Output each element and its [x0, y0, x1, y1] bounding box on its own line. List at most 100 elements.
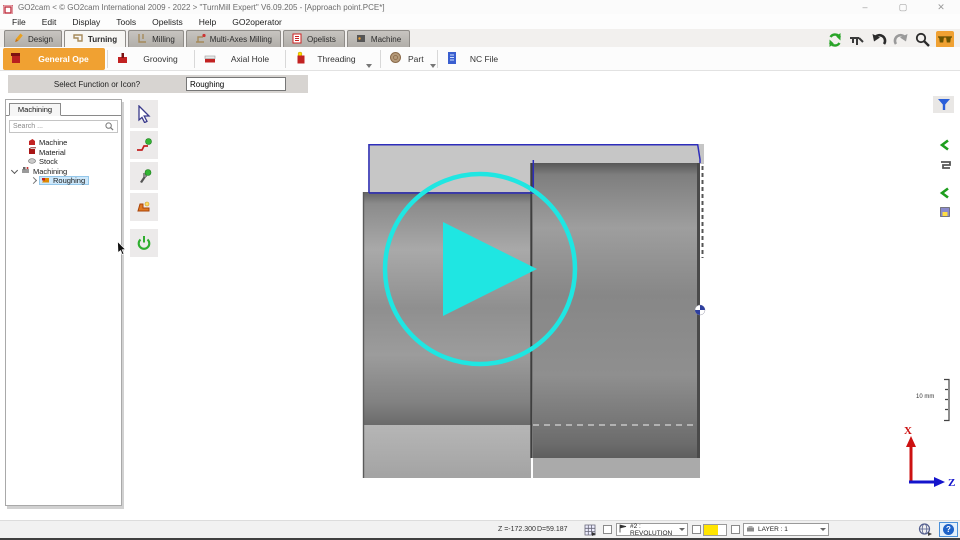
- world-view-button[interactable]: [915, 522, 936, 537]
- chevron-left-icon[interactable]: [939, 138, 951, 156]
- menu-opelists[interactable]: Opelists: [144, 17, 191, 27]
- dropdown-arrow-icon[interactable]: [430, 64, 436, 68]
- opelists-icon: [292, 33, 303, 46]
- simulation-power-button[interactable]: [130, 229, 158, 257]
- tab-opelists[interactable]: Opelists: [283, 30, 345, 47]
- nc-file-button[interactable]: NC File: [440, 48, 510, 70]
- geometry-combo[interactable]: #2 : REVOLUTION: [616, 523, 688, 536]
- toolbar-separator: [194, 50, 195, 68]
- viewport-3d[interactable]: [357, 138, 709, 491]
- tab-label: Design: [28, 35, 53, 44]
- approach-point-button[interactable]: [130, 131, 158, 159]
- machine-icon: [356, 33, 367, 46]
- go2cam-logo-icon: [3, 2, 13, 12]
- menu-edit[interactable]: Edit: [34, 17, 65, 27]
- tool-green-dot-icon: [136, 168, 152, 184]
- redo-icon[interactable]: [892, 31, 910, 48]
- tree-item-machine[interactable]: Machine: [8, 138, 119, 148]
- tree-item-stock[interactable]: Stock: [8, 157, 119, 167]
- layer-combo[interactable]: LAYER : 1: [743, 523, 829, 536]
- part-left-lower: [363, 425, 531, 478]
- tab-label: Turning: [88, 35, 117, 44]
- chevron-down-icon: [718, 525, 726, 535]
- turning-ops-toolbar: General Ope Grooving Axial Hole Threadin…: [0, 47, 960, 71]
- tab-label: Opelists: [307, 35, 336, 44]
- dropdown-arrow-icon[interactable]: [366, 64, 372, 68]
- axial-hole-button[interactable]: Axial Hole: [197, 48, 283, 70]
- menu-tools[interactable]: Tools: [108, 17, 144, 27]
- regenerate-icon[interactable]: [826, 31, 844, 48]
- tree-label: Machine: [39, 138, 67, 147]
- part-button[interactable]: Part: [383, 48, 435, 70]
- maximize-button[interactable]: ▢: [884, 2, 922, 13]
- approach-point-marker[interactable]: [695, 305, 705, 315]
- tool-holder-button[interactable]: [130, 193, 158, 221]
- part-right-lower: [533, 458, 700, 478]
- color-checkbox[interactable]: [692, 525, 701, 534]
- menu-file[interactable]: File: [4, 17, 34, 27]
- chevron-down-icon: [820, 528, 826, 531]
- op-label: Threading: [313, 54, 360, 64]
- clamp-tool-icon[interactable]: [939, 157, 952, 175]
- menu-display[interactable]: Display: [64, 17, 108, 27]
- collapse-chevron-icon[interactable]: [12, 168, 18, 174]
- expand-chevron-icon[interactable]: [30, 178, 36, 184]
- general-ope-button[interactable]: General Ope: [3, 48, 105, 70]
- chevron-left-icon[interactable]: [939, 186, 951, 204]
- grooving-button[interactable]: Grooving: [110, 48, 192, 70]
- geometry-flag-icon: [619, 524, 627, 535]
- op-label: General Ope: [28, 54, 99, 64]
- axial-hole-icon: [203, 51, 217, 67]
- selected-tree-item[interactable]: Roughing: [39, 176, 89, 185]
- mouse-cursor: [117, 241, 127, 260]
- tree-item-material[interactable]: Material: [8, 148, 119, 158]
- toolbar-separator: [437, 50, 438, 68]
- search-icon: [105, 118, 114, 136]
- tree-label: Machining: [33, 167, 67, 176]
- collapse-panel-group-2: [937, 186, 953, 223]
- op-label: Axial Hole: [223, 54, 277, 64]
- prompt-label: Select Function or Icon?: [8, 80, 186, 89]
- threading-icon: [294, 51, 307, 67]
- glasses-view-icon[interactable]: [936, 31, 954, 48]
- view-toolbar-row1: [826, 31, 954, 48]
- caliper-measure-icon[interactable]: [848, 31, 866, 48]
- filter-button[interactable]: [933, 96, 954, 113]
- tree-item-machining[interactable]: Machining: [8, 167, 119, 177]
- geometry-checkbox[interactable]: [603, 525, 612, 534]
- tab-design[interactable]: Design: [4, 30, 62, 47]
- menu-help[interactable]: Help: [191, 17, 224, 27]
- tool-library-icon[interactable]: [939, 205, 951, 223]
- function-input[interactable]: [186, 77, 286, 91]
- tab-multi-axes-milling[interactable]: Multi-Axes Milling: [186, 30, 281, 47]
- tool-point-button[interactable]: [130, 162, 158, 190]
- go2operator-help-button[interactable]: ?: [939, 522, 958, 537]
- minimize-button[interactable]: –: [846, 2, 884, 12]
- zoom-icon[interactable]: [914, 31, 932, 48]
- select-cursor-button[interactable]: [130, 100, 158, 128]
- threading-button[interactable]: Threading: [288, 48, 378, 70]
- tree-search-input[interactable]: Search ...: [9, 120, 118, 133]
- grid-snap-icon[interactable]: [584, 524, 596, 538]
- context-tool-column: [130, 100, 158, 257]
- menu-go2operator[interactable]: GO2operator: [224, 17, 290, 27]
- tab-turning[interactable]: Turning: [64, 30, 126, 47]
- undo-icon[interactable]: [870, 31, 888, 48]
- op-label: Part: [408, 54, 424, 64]
- tree-item-roughing[interactable]: Roughing: [8, 176, 119, 186]
- prompt-bar: Select Function or Icon?: [8, 75, 308, 93]
- roughing-node-icon: [41, 176, 50, 186]
- color-picker[interactable]: [703, 524, 727, 536]
- tab-milling[interactable]: Milling: [128, 30, 184, 47]
- close-button[interactable]: ✕: [922, 2, 960, 13]
- layer-checkbox[interactable]: [731, 525, 740, 534]
- approach-path-icon: [135, 137, 153, 153]
- status-bar: Z =-172.300 D=59.187 #2 : REVOLUTION LAY…: [0, 520, 960, 538]
- toolbar-separator: [285, 50, 286, 68]
- window-title: GO2cam < © GO2cam International 2009 - 2…: [18, 3, 385, 12]
- machining-panel: Machining Search ... Machine Material St…: [5, 99, 122, 506]
- panel-tab-machining[interactable]: Machining: [9, 103, 61, 116]
- tree-label: Roughing: [53, 176, 85, 185]
- tab-machine[interactable]: Machine: [347, 30, 410, 47]
- part-right-cylinder: [533, 163, 700, 458]
